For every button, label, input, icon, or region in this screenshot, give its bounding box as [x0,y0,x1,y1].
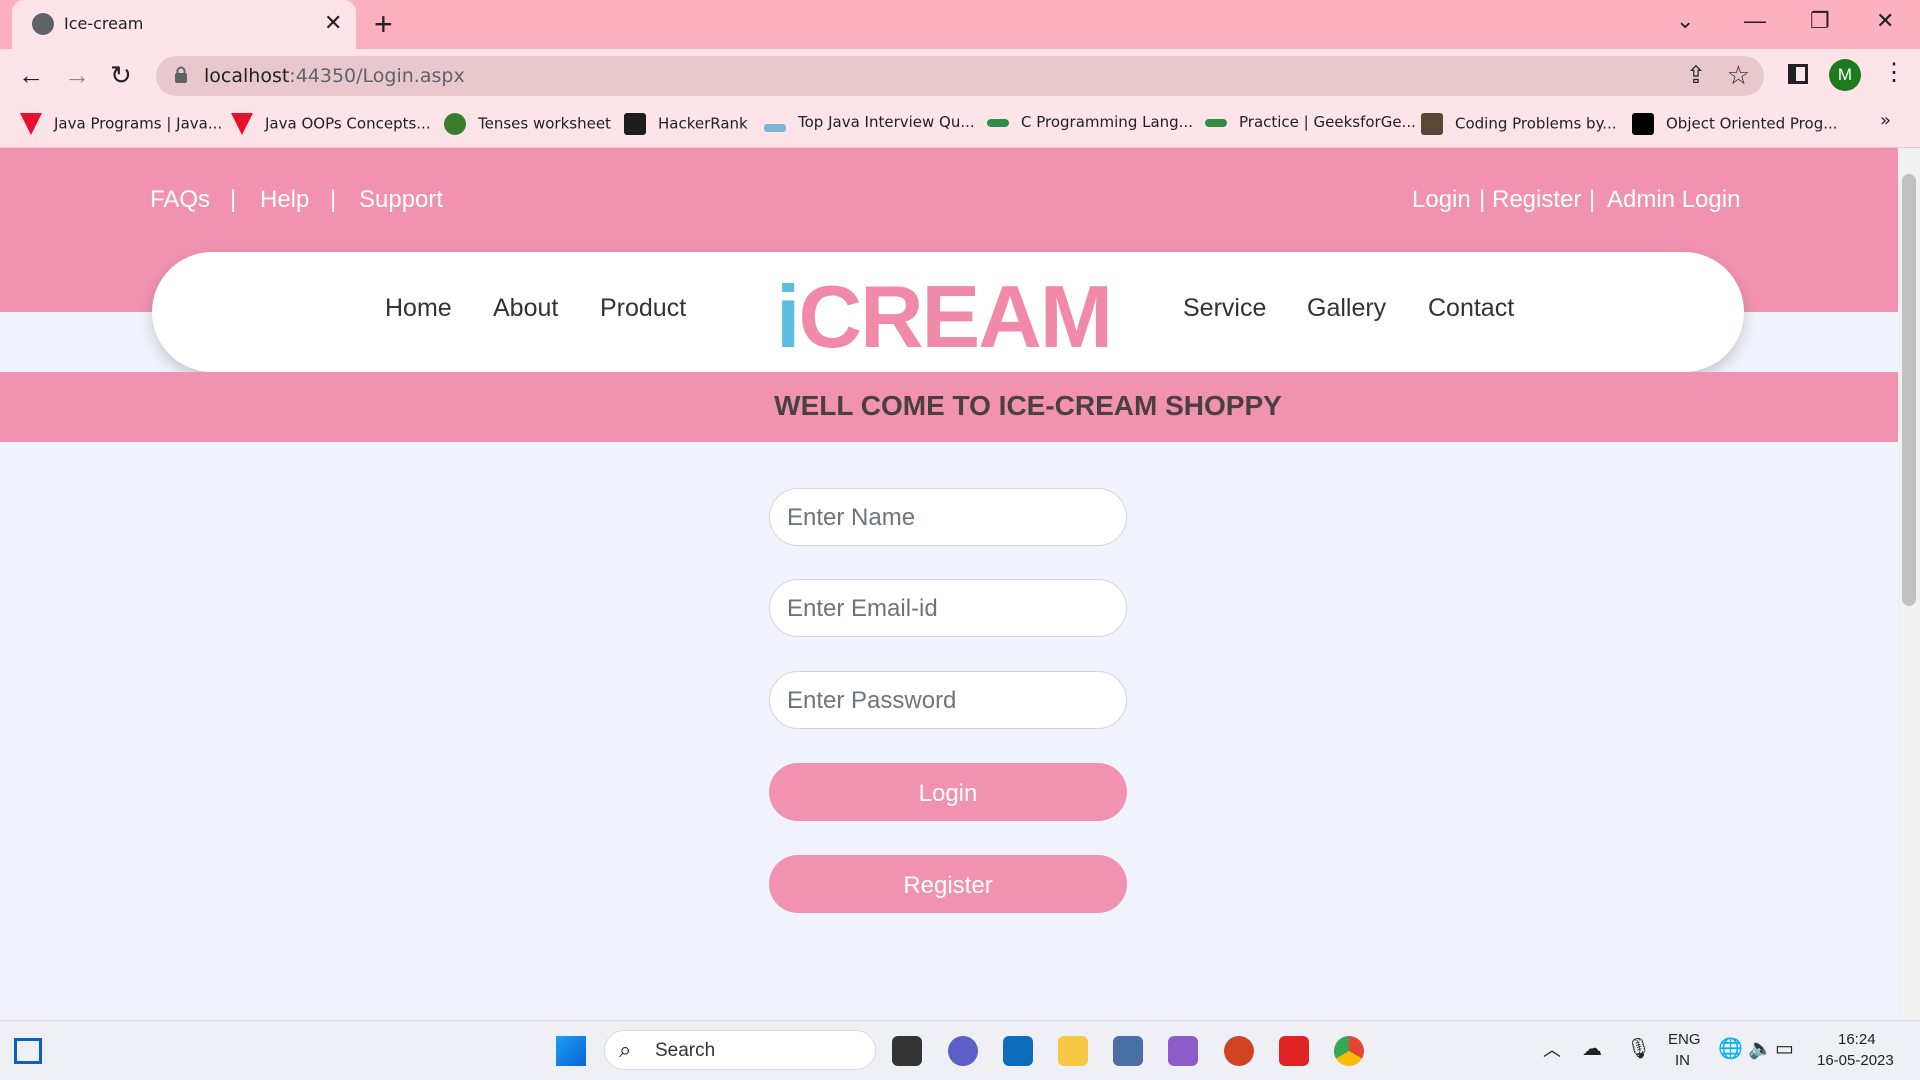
bookmark-star-icon[interactable]: ☆ [1727,60,1750,91]
onedrive-icon[interactable]: ☁ [1582,1036,1602,1061]
name-input[interactable]: Enter Name [769,488,1127,546]
medium-icon [1632,113,1654,135]
leaf-icon [444,113,466,135]
separator: | [230,186,237,213]
welcome-text: WELL COME TO ICE-CREAM SHOPPY [774,390,1282,421]
visual-studio-icon[interactable] [1168,1036,1198,1066]
nav-service[interactable]: Service [1183,294,1266,323]
page-viewport: FAQs | Help | Support Login | Register |… [0,148,1898,1020]
bookmark-item[interactable]: Practice | GeeksforGe... [1205,113,1416,131]
nav-product[interactable]: Product [600,294,686,323]
tab-search-icon[interactable]: ⌄ [1676,8,1694,34]
separator: | [330,186,337,213]
login-link[interactable]: Login [1412,186,1471,214]
support-link[interactable]: Support [359,186,443,214]
bookmark-item[interactable]: Java OOPs Concepts... [231,113,431,135]
widgets-icon[interactable] [14,1038,42,1064]
bookmarks-bar: Java Programs | Java... Java OOPs Concep… [0,100,1920,148]
gfg-icon [1205,118,1227,127]
reload-icon[interactable]: ↻ [110,60,132,91]
wps-icon[interactable] [1279,1036,1309,1066]
main-navigation: Home About Product iCREAM Service Galler… [152,252,1744,372]
more-bookmarks-icon[interactable]: » [1880,110,1891,131]
codechef-icon [1421,113,1443,135]
file-explorer-icon[interactable] [1058,1036,1088,1066]
scrollbar-thumb[interactable] [1902,174,1916,606]
chart-icon [764,123,786,132]
show-hidden-icons[interactable]: ︿ [1543,1036,1561,1062]
register-link[interactable]: Register [1492,186,1581,214]
separator: | [1589,186,1596,213]
app-icon[interactable] [1113,1036,1143,1066]
site-logo[interactable]: iCREAM [776,266,1113,368]
microphone-icon[interactable]: 🎙 [1626,1036,1651,1061]
task-view-icon[interactable] [892,1036,922,1066]
nav-home[interactable]: Home [385,294,452,323]
taskbar-search[interactable]: ⌕ Search [604,1030,876,1070]
browser-tab-bar: Ice-cream ✕ + ⌄ — ❐ ✕ [0,0,1920,49]
password-placeholder: Enter Password [787,687,957,714]
start-icon[interactable] [556,1036,586,1066]
side-panel-icon[interactable] [1788,64,1808,84]
back-icon[interactable]: ← [18,60,44,91]
clock-time[interactable]: 16:24 [1838,1031,1876,1048]
globe-icon [32,13,54,35]
restore-icon[interactable]: ❐ [1810,8,1830,34]
name-placeholder: Enter Name [787,504,916,531]
menu-kebab-icon[interactable]: ⋮ [1882,58,1906,87]
admin-login-link[interactable]: Admin Login [1607,186,1740,214]
bookmark-item[interactable]: Coding Problems by... [1421,113,1617,135]
tpoint-icon [231,113,253,135]
faqs-link[interactable]: FAQs [150,186,210,214]
url-path: :44350/Login.aspx [289,65,465,87]
bookmark-item[interactable]: Tenses worksheet [444,113,611,135]
share-icon[interactable]: ⇪ [1686,61,1706,90]
search-icon: ⌕ [619,1037,632,1062]
close-window-icon[interactable]: ✕ [1876,8,1894,34]
nav-about[interactable]: About [493,294,558,323]
logo-cream: CREAM [798,267,1113,366]
bookmark-item[interactable]: C Programming Lang... [987,113,1193,131]
powerpoint-icon[interactable] [1224,1036,1254,1066]
email-input[interactable]: Enter Email-id [769,579,1127,637]
store-icon[interactable] [1003,1036,1033,1066]
address-bar[interactable]: localhost:44350/Login.aspx ⇪ ☆ [156,56,1764,96]
new-tab-button[interactable]: + [374,6,393,43]
help-link[interactable]: Help [260,186,309,214]
profile-avatar[interactable]: M [1829,59,1861,91]
taskbar-search-label: Search [655,1040,716,1061]
lang-bottom[interactable]: IN [1675,1052,1690,1069]
lang-top[interactable]: ENG [1668,1031,1701,1048]
tab-title: Ice-cream [64,14,144,33]
chat-icon[interactable] [948,1036,978,1066]
nav-contact[interactable]: Contact [1428,294,1514,323]
bookmark-item[interactable]: Top Java Interview Qu... [764,113,975,132]
url-text: localhost:44350/Login.aspx [204,65,465,87]
browser-tab[interactable]: Ice-cream ✕ [12,0,356,49]
network-icon[interactable]: 🌐 [1718,1036,1743,1061]
battery-icon[interactable]: ▭ [1775,1036,1794,1061]
lock-icon [175,66,187,83]
url-host: localhost [204,65,290,87]
bookmark-item[interactable]: Object Oriented Prog... [1632,113,1838,135]
tpoint-icon [20,113,42,135]
bookmark-item[interactable]: Java Programs | Java... [20,113,222,135]
login-button[interactable]: Login [769,763,1127,821]
clock-date[interactable]: 16-05-2023 [1817,1052,1894,1069]
volume-icon[interactable]: 🔈 [1748,1036,1773,1061]
password-input[interactable]: Enter Password [769,671,1127,729]
separator: | [1479,186,1486,213]
hackerrank-icon [624,113,646,135]
minimize-icon[interactable]: — [1744,8,1766,34]
close-tab-icon[interactable]: ✕ [324,10,342,36]
chrome-icon[interactable] [1334,1036,1364,1066]
email-placeholder: Enter Email-id [787,595,938,622]
bookmark-item[interactable]: HackerRank [624,113,748,135]
logo-i: i [776,267,800,366]
forward-icon[interactable]: → [64,60,90,91]
welcome-banner: WELL COME TO ICE-CREAM SHOPPY [0,372,1898,442]
nav-gallery[interactable]: Gallery [1307,294,1386,323]
register-button[interactable]: Register [769,855,1127,913]
gfg-icon [987,118,1009,127]
